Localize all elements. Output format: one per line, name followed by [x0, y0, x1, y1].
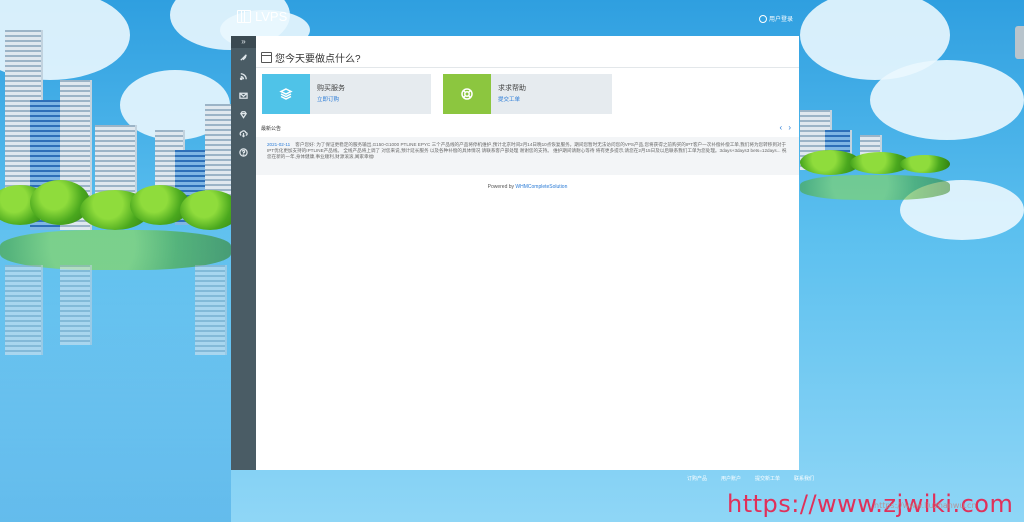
brand-name: LVPS	[255, 9, 288, 24]
user-login-label: 用户登录	[768, 17, 793, 23]
announcement-text: 客户您好: 为了保证更稳定的服务输出,G150-G1000 PTLINE EPY…	[267, 142, 787, 160]
powered-prefix: Powered by	[487, 184, 516, 190]
question-circle-icon	[239, 148, 248, 157]
sidebar: »	[231, 36, 256, 470]
get-help-card[interactable]: 求求帮助 提交工单	[443, 74, 612, 114]
sidebar-item-services[interactable]	[231, 105, 256, 124]
announcement-pager[interactable]: ‹ ›	[779, 123, 793, 132]
buy-service-card[interactable]: 购买服务 立即订购	[262, 74, 431, 114]
sidebar-item-downloads[interactable]	[231, 124, 256, 143]
sidebar-item-order[interactable]	[231, 48, 256, 67]
city-right-illustration	[800, 0, 1024, 522]
rss-icon	[239, 73, 247, 81]
city-illustration	[0, 0, 231, 522]
order-now-link[interactable]: 立即订购	[317, 95, 339, 103]
layers-icon	[279, 88, 293, 100]
page-title: 您今天要做点什么?	[261, 50, 361, 65]
announcement-item[interactable]: 2021-02-11 客户您好: 为了保证更稳定的服务输出,G150-G1000…	[256, 137, 799, 175]
diamond-icon	[240, 111, 247, 119]
map-icon	[237, 10, 251, 23]
user-icon	[758, 14, 767, 23]
lifebuoy-icon	[461, 88, 473, 100]
side-float-tab[interactable]	[1015, 26, 1024, 59]
sidebar-item-announcements[interactable]	[231, 67, 256, 86]
footer-link-new-ticket[interactable]: 提交新工单	[755, 475, 787, 482]
sidebar-item-help[interactable]	[231, 143, 256, 162]
sidebar-item-tickets[interactable]	[231, 86, 256, 105]
main-panel: 您今天要做点什么? 购买服务 立即订购 求求帮助 提交工单 最新公告 ‹ › 2…	[256, 36, 799, 470]
calendar-icon	[261, 52, 272, 63]
watermark-secondary: https://www.liuzhanwu.cn	[874, 501, 977, 510]
user-login-link[interactable]: 用户登录	[758, 14, 793, 23]
page-title-text: 您今天要做点什么?	[275, 54, 361, 65]
announcement-date[interactable]: 2021-02-11	[267, 142, 290, 147]
announcements-heading: 最新公告	[261, 126, 282, 132]
buy-service-title: 购买服务	[317, 85, 345, 92]
footer-link-account[interactable]: 用户账户	[721, 475, 748, 482]
cloud-download-icon	[239, 130, 248, 138]
divider	[256, 67, 799, 68]
footer-link-order[interactable]: 订购产品	[687, 475, 714, 482]
powered-by: Powered by WHMCompleteSolution	[256, 184, 799, 190]
rocket-icon	[240, 54, 247, 61]
get-help-tile	[443, 74, 491, 114]
envelope-icon	[239, 92, 248, 99]
buy-service-tile	[262, 74, 310, 114]
footer-link-contact[interactable]: 联系我们	[794, 475, 821, 482]
footer-links: 订购产品 用户账户 提交新工单 联系我们	[687, 475, 828, 482]
sidebar-toggle-button[interactable]: »	[231, 36, 256, 48]
submit-ticket-link[interactable]: 提交工单	[498, 95, 520, 103]
get-help-title: 求求帮助	[498, 85, 526, 92]
brand-logo[interactable]: LVPS	[237, 9, 287, 24]
whmcs-link[interactable]: WHMCompleteSolution	[515, 184, 567, 190]
